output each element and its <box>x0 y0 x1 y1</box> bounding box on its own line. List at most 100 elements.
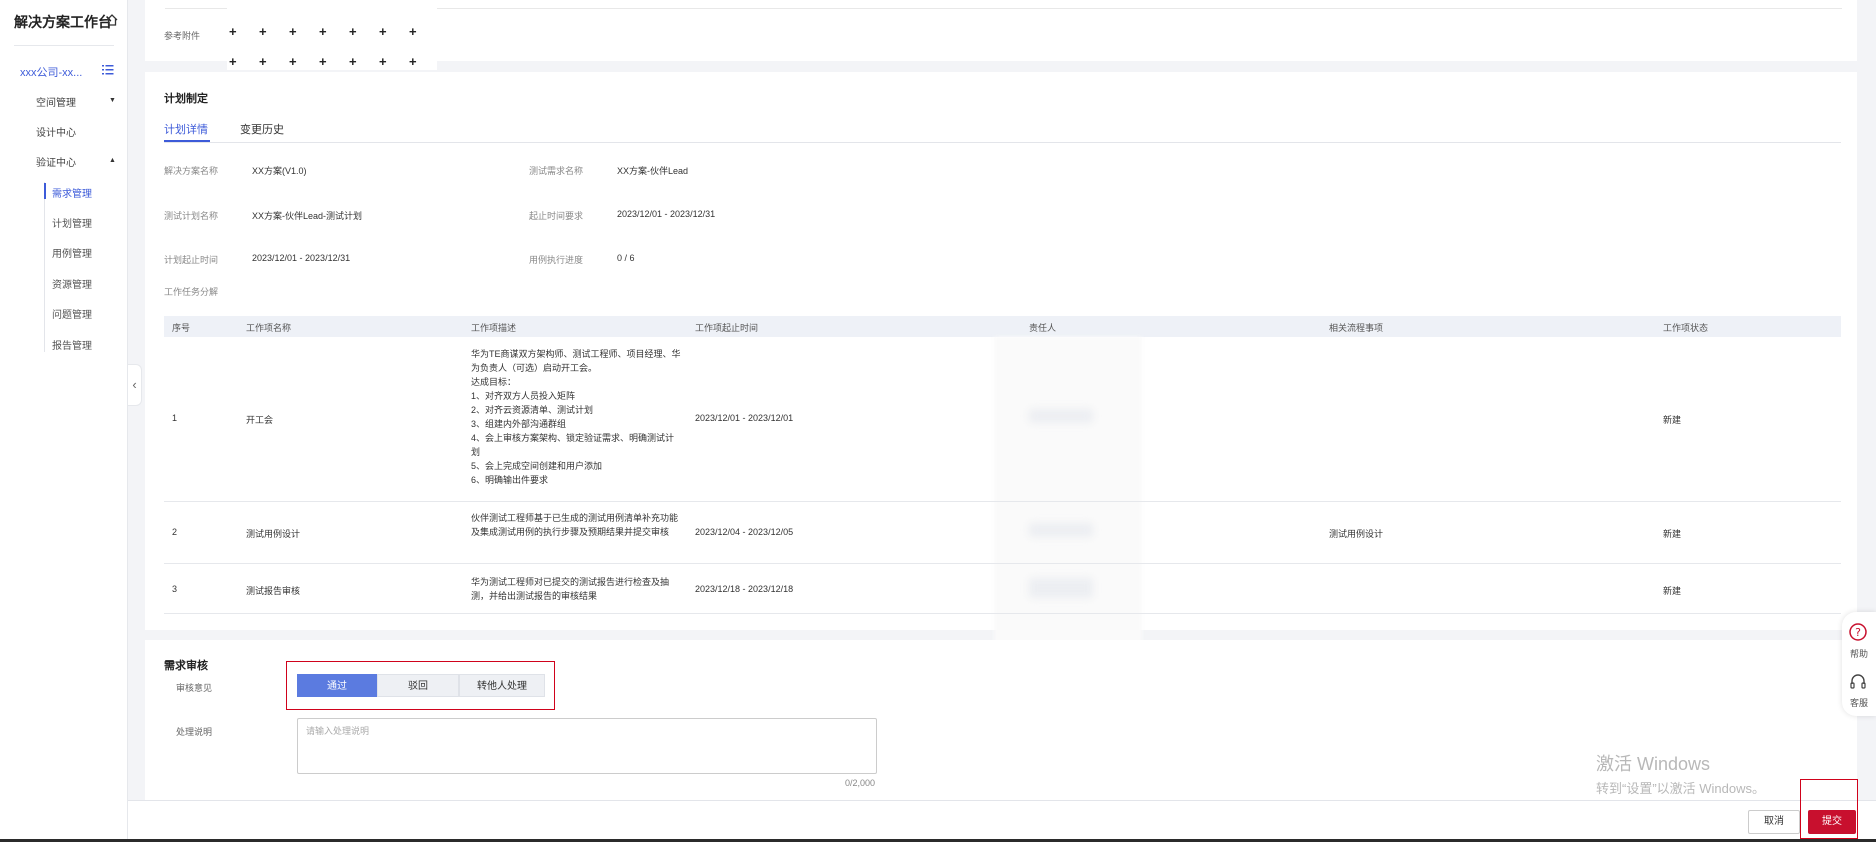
list-icon[interactable] <box>102 64 114 75</box>
row-period: 2023/12/01 - 2023/12/01 <box>695 413 794 423</box>
submit-button[interactable]: 提交 <box>1808 810 1856 834</box>
owner-avatar-blurred <box>1029 523 1093 537</box>
plus-icon: + <box>319 24 327 39</box>
attachment-label: 参考附件 <box>164 31 201 41</box>
sidebar-collapse-button[interactable]: ‹ <box>128 364 142 406</box>
service-label[interactable]: 客服 <box>1850 696 1868 709</box>
row-name: 测试报告审核 <box>246 586 301 596</box>
submenu-line <box>44 182 45 352</box>
plan-section-title: 计划制定 <box>164 93 208 105</box>
row-divider <box>164 501 1841 502</box>
option-transfer-button[interactable]: 转他人处理 <box>459 674 545 697</box>
sidebar-item-cases[interactable]: 用例管理 <box>52 245 92 260</box>
solution-name-label: 解决方案名称 <box>164 166 219 176</box>
option-reject-button[interactable]: 驳回 <box>377 674 459 697</box>
owner-redacted-area <box>994 337 1142 645</box>
progress-value: 0 / 6 <box>617 253 635 263</box>
column-header-status: 工作项状态 <box>1663 323 1709 333</box>
plus-icon: + <box>409 54 417 69</box>
row-status: 新建 <box>1663 586 1682 596</box>
option-approve-button[interactable]: 通过 <box>297 674 377 697</box>
windows-watermark-title: 激活 Windows <box>1596 754 1711 774</box>
plus-icon: + <box>229 54 237 69</box>
req-period-label: 起止时间要求 <box>529 211 584 221</box>
row-period: 2023/12/04 - 2023/12/05 <box>695 527 794 537</box>
plus-icon: + <box>409 24 417 39</box>
active-tab-indicator <box>164 140 210 142</box>
solution-name-value: XX方案(V1.0) <box>252 166 307 176</box>
home-icon[interactable] <box>105 13 119 27</box>
footer-bar <box>128 800 1876 842</box>
plus-icon: + <box>289 24 297 39</box>
plus-icon: + <box>259 24 267 39</box>
tabs-divider <box>164 142 1841 143</box>
row-name: 开工会 <box>246 415 274 425</box>
plus-icon: + <box>229 24 237 39</box>
sidebar-item-issues[interactable]: 问题管理 <box>52 306 92 321</box>
column-header-desc: 工作项描述 <box>471 323 517 333</box>
plus-icon: + <box>379 24 387 39</box>
sidebar-item-resources[interactable]: 资源管理 <box>52 276 92 291</box>
char-counter: 0/2,000 <box>845 778 876 788</box>
sidebar-item-verify[interactable]: 验证中心 <box>36 154 76 169</box>
note-textarea[interactable] <box>297 718 877 774</box>
plan-period-label: 计划起止时间 <box>164 255 219 265</box>
opinion-label: 审核意见 <box>176 683 213 693</box>
note-label: 处理说明 <box>176 727 213 737</box>
note-placeholder: 请输入处理说明 <box>306 726 370 736</box>
sidebar-item-design[interactable]: 设计中心 <box>36 124 76 139</box>
sidebar-item-plans[interactable]: 计划管理 <box>52 215 92 230</box>
column-header-period: 工作项起止时间 <box>695 323 759 333</box>
sidebar-item-requirements[interactable]: 需求管理 <box>52 185 92 200</box>
app-title: 解决方案工作台 <box>14 14 112 30</box>
row-desc: 华为测试工程师对已提交的测试报告进行检查及抽测，并给出测试报告的审核结果 <box>471 577 670 601</box>
row-period: 2023/12/18 - 2023/12/18 <box>695 584 794 594</box>
row-status: 新建 <box>1663 529 1682 539</box>
windows-watermark-subtitle: 转到“设置”以激活 Windows。 <box>1596 781 1766 796</box>
chevron-up-icon[interactable]: ▲ <box>109 157 116 164</box>
plan-period-value: 2023/12/01 - 2023/12/31 <box>252 253 351 263</box>
tab-change-history[interactable]: 变更历史 <box>240 121 284 137</box>
row-desc: 华为TE商谋双方架构师、测试工程师、项目经理、华为负责人（可选）启动开工会。 达… <box>471 349 681 485</box>
req-period-value: 2023/12/01 - 2023/12/31 <box>617 209 716 219</box>
svg-text:?: ? <box>1855 626 1861 639</box>
plus-icon: + <box>379 54 387 69</box>
sidebar: 解决方案工作台 xxx公司-xx... 空间管理 ▼ 设计中心 验证中心 ▲ 需… <box>0 0 128 842</box>
row-no: 3 <box>172 584 178 594</box>
review-section-title: 需求审核 <box>164 660 208 672</box>
breakdown-label: 工作任务分解 <box>164 287 219 297</box>
row-name: 测试用例设计 <box>246 529 301 539</box>
row-desc: 伙伴测试工程师基于已生成的测试用例清单补充功能及集成测试用例的执行步骤及预期结果… <box>471 513 679 537</box>
cancel-button[interactable]: 取消 <box>1748 810 1800 834</box>
row-no: 1 <box>172 413 178 423</box>
owner-avatar-blurred <box>1029 578 1093 598</box>
column-header-owner: 责任人 <box>1029 323 1057 333</box>
plus-icon: + <box>349 24 357 39</box>
test-plan-value: XX方案-伙伴Lead-测试计划 <box>252 211 363 221</box>
sidebar-divider <box>14 45 114 46</box>
sidebar-item-reports[interactable]: 报告管理 <box>52 337 92 352</box>
sidebar-item-space[interactable]: 空间管理 <box>36 94 76 109</box>
row-divider <box>164 613 1841 614</box>
headset-icon[interactable] <box>1848 672 1868 692</box>
column-header-no: 序号 <box>172 323 191 333</box>
plus-icon: + <box>259 54 267 69</box>
company-selector[interactable]: xxx公司-xx... <box>20 64 82 80</box>
help-icon[interactable]: ? <box>1848 622 1868 642</box>
row-no: 2 <box>172 527 178 537</box>
test-plan-label: 测试计划名称 <box>164 211 219 221</box>
help-label[interactable]: 帮助 <box>1850 647 1868 660</box>
plus-icon: + <box>349 54 357 69</box>
attachment-card: 参考附件 + + + + + + + + + + + + + + <box>145 0 1857 70</box>
attachment-preview[interactable]: + + + + + + + + + + + + + + <box>227 6 437 70</box>
row-related: 测试用例设计 <box>1329 529 1384 539</box>
column-header-name: 工作项名称 <box>246 323 292 333</box>
active-indicator <box>44 183 46 199</box>
column-header-related: 相关流程事项 <box>1329 323 1384 333</box>
chevron-down-icon[interactable]: ▼ <box>109 97 116 104</box>
plus-icon: + <box>289 54 297 69</box>
owner-avatar-blurred <box>1029 409 1093 423</box>
tab-plan-details[interactable]: 计划详情 <box>164 121 208 137</box>
row-divider <box>164 563 1841 564</box>
plus-icon: + <box>319 54 327 69</box>
